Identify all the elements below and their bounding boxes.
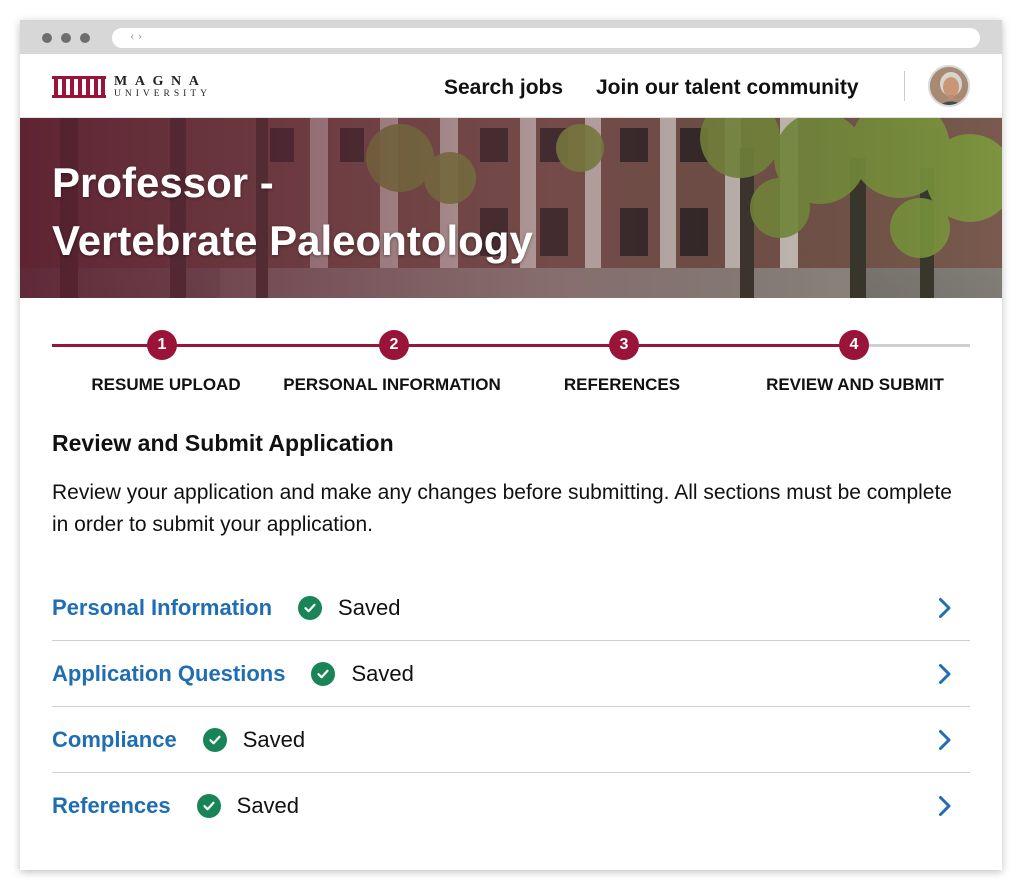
logo-wordmark-magna: MAGNA (114, 74, 207, 89)
chevron-right-icon[interactable] (938, 795, 952, 817)
window-control-dot[interactable] (80, 33, 90, 43)
review-row-references[interactable]: References Saved (52, 773, 970, 839)
window-control-dot[interactable] (61, 33, 71, 43)
status-text: Saved (351, 660, 414, 686)
check-circle-icon (298, 595, 323, 620)
step-2-label[interactable]: PERSONAL INFORMATION (283, 375, 501, 395)
step-1-marker[interactable]: 1 (147, 330, 177, 360)
avatar-portrait-icon (930, 67, 968, 105)
step-2-marker[interactable]: 2 (379, 330, 409, 360)
references-link[interactable]: References (52, 793, 171, 819)
application-questions-link[interactable]: Application Questions (52, 661, 285, 687)
chevron-right-icon[interactable] (938, 597, 952, 619)
step-1-label[interactable]: RESUME UPLOAD (91, 375, 240, 395)
review-content: Review and Submit Application Review you… (20, 430, 1002, 839)
application-progress-stepper: 1 2 3 4 RESUME UPLOAD PERSONAL INFORMATI… (20, 298, 1002, 408)
check-circle-icon (196, 794, 221, 818)
job-title-line-1: Professor - (52, 159, 274, 206)
status-text: Saved (242, 726, 306, 752)
review-row-compliance[interactable]: Compliance Saved (52, 707, 970, 773)
nav-search-jobs-link[interactable]: Search jobs (444, 76, 563, 100)
step-3-marker[interactable]: 3 (609, 330, 639, 360)
review-section-list: Personal Information Saved Application Q… (52, 575, 970, 839)
site-header: MAGNA UNIVERSITY Search jobs Join our ta… (20, 54, 1002, 118)
review-row-personal-information[interactable]: Personal Information Saved (52, 575, 970, 641)
user-avatar[interactable] (928, 65, 970, 107)
browser-chrome: ‹ › (20, 20, 1002, 54)
personal-information-link[interactable]: Personal Information (52, 595, 272, 621)
pillars-logo-icon (52, 76, 106, 98)
chevron-right-icon[interactable] (938, 663, 952, 685)
job-title: Professor - Vertebrate Paleontology (52, 154, 672, 270)
status-text: Saved (236, 793, 300, 818)
job-title-line-2: Vertebrate Paleontology (52, 217, 533, 264)
back-forward-icon[interactable]: ‹ › (130, 30, 142, 43)
step-4-marker[interactable]: 4 (839, 330, 869, 360)
nav-join-talent-community-link[interactable]: Join our talent community (596, 76, 859, 100)
check-circle-icon (311, 661, 336, 686)
browser-window: ‹ › MAGNA UNIVERSITY Search jobs Join ou… (20, 20, 1002, 870)
check-circle-icon (202, 727, 227, 752)
page-title: Review and Submit Application (52, 430, 394, 456)
window-control-dot[interactable] (42, 33, 52, 43)
logo-wordmark-university: UNIVERSITY (114, 89, 211, 99)
chevron-right-icon[interactable] (938, 729, 952, 751)
progress-track-remaining (854, 344, 970, 347)
hero-banner: Professor - Vertebrate Paleontology (20, 118, 1002, 298)
address-bar[interactable]: ‹ › (112, 28, 980, 48)
compliance-link[interactable]: Compliance (52, 727, 177, 753)
review-instructions: Review your application and make any cha… (52, 481, 952, 536)
status-text: Saved (338, 594, 401, 620)
review-row-application-questions[interactable]: Application Questions Saved (52, 641, 970, 707)
step-4-label[interactable]: REVIEW AND SUBMIT (766, 375, 944, 395)
nav-divider (904, 71, 905, 101)
step-3-label[interactable]: REFERENCES (564, 375, 680, 395)
